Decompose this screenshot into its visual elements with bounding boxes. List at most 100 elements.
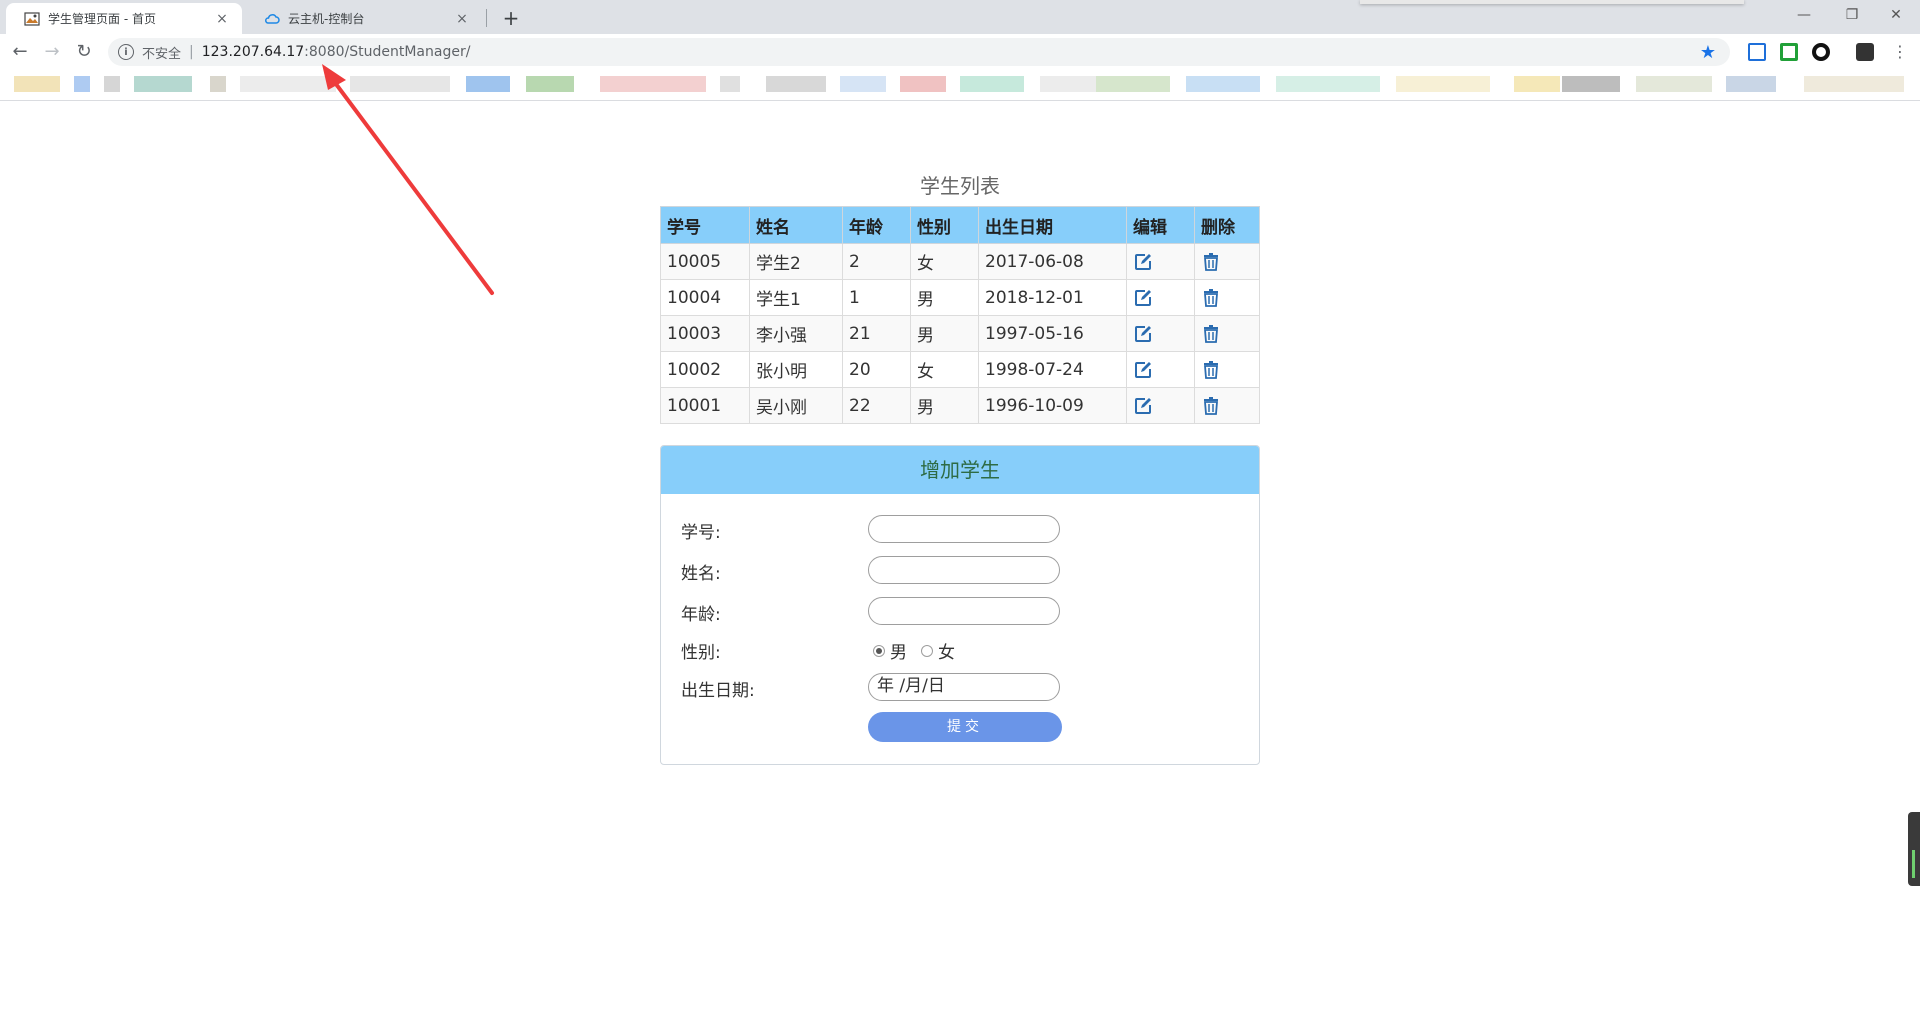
birth-date-label: 出生日期:: [681, 681, 755, 701]
bookmark-item[interactable]: [720, 76, 740, 92]
bookmark-item[interactable]: [526, 76, 574, 92]
cell-delete: [1194, 351, 1260, 388]
bookmark-item[interactable]: [1804, 76, 1904, 92]
cell-name: 学生1: [749, 279, 843, 316]
header-delete: 删除: [1194, 206, 1260, 244]
address-divider: |: [189, 44, 194, 60]
close-icon[interactable]: ×: [214, 11, 230, 27]
cell-name: 吴小刚: [749, 387, 843, 424]
cell-age: 21: [842, 315, 911, 352]
extension-icon[interactable]: [1748, 43, 1766, 61]
cell-age: 2: [842, 243, 911, 280]
tab-student-manager[interactable]: 学生管理页面 - 首页 ×: [6, 3, 242, 34]
edit-icon[interactable]: [1133, 288, 1153, 308]
add-student-title: 增加学生: [661, 446, 1259, 494]
add-student-panel: 增加学生 学号: 姓名: 年龄: 性别: 男 女 出生日期: 年 /月/日 提交: [660, 445, 1260, 765]
trash-icon[interactable]: [1201, 324, 1221, 344]
bookmark-item[interactable]: [1040, 76, 1100, 92]
bookmark-item[interactable]: [840, 76, 886, 92]
edit-icon[interactable]: [1133, 324, 1153, 344]
name-label: 姓名:: [681, 564, 721, 584]
bookmark-item[interactable]: [466, 76, 510, 92]
bookmark-item[interactable]: [900, 76, 946, 92]
gender-radio-male[interactable]: [873, 644, 885, 657]
bookmark-item[interactable]: [766, 76, 826, 92]
cell-student-id: 10003: [660, 315, 750, 352]
bookmark-item[interactable]: [1726, 76, 1776, 92]
gender-option-male: 男: [890, 643, 907, 663]
extension-circle-icon[interactable]: [1812, 43, 1830, 61]
cell-student-id: 10001: [660, 387, 750, 424]
age-input[interactable]: [868, 597, 1060, 625]
cell-birth-date: 2017-06-08: [978, 243, 1127, 280]
forward-icon[interactable]: →: [38, 38, 66, 66]
cell-birth-date: 1998-07-24: [978, 351, 1127, 388]
cell-name: 李小强: [749, 315, 843, 352]
cell-gender: 男: [910, 279, 979, 316]
extension-dark-icon[interactable]: [1856, 43, 1874, 61]
bookmark-item[interactable]: [1514, 76, 1560, 92]
cell-student-id: 10005: [660, 243, 750, 280]
reload-icon[interactable]: ↻: [70, 38, 98, 66]
bookmark-item[interactable]: [1562, 76, 1620, 92]
cell-edit: [1126, 243, 1195, 280]
cell-delete: [1194, 315, 1260, 352]
name-input[interactable]: [868, 556, 1060, 584]
trash-icon[interactable]: [1201, 288, 1221, 308]
cell-gender: 男: [910, 387, 979, 424]
cell-age: 1: [842, 279, 911, 316]
age-label: 年龄:: [681, 605, 721, 625]
cell-birth-date: 1997-05-16: [978, 315, 1127, 352]
window-close-icon[interactable]: ✕: [1872, 0, 1920, 30]
tab-title: 学生管理页面 - 首页: [48, 12, 156, 26]
bookmark-star-icon[interactable]: ★: [1700, 42, 1716, 63]
edit-icon[interactable]: [1133, 252, 1153, 272]
close-icon[interactable]: ×: [454, 11, 470, 27]
bookmark-item[interactable]: [1636, 76, 1712, 92]
edit-icon[interactable]: [1133, 360, 1153, 380]
bookmark-item[interactable]: [104, 76, 120, 92]
header-name: 姓名: [749, 206, 843, 244]
bookmark-item[interactable]: [74, 76, 90, 92]
trash-icon[interactable]: [1201, 252, 1221, 272]
gender-radio-female[interactable]: [921, 644, 933, 657]
new-tab-button[interactable]: +: [498, 5, 524, 31]
header-gender: 性别: [910, 206, 979, 244]
extension-green-icon[interactable]: [1780, 43, 1798, 61]
edit-icon[interactable]: [1133, 396, 1153, 416]
cell-edit: [1126, 279, 1195, 316]
bookmark-item[interactable]: [14, 76, 60, 92]
bookmark-item[interactable]: [600, 76, 706, 92]
bookmark-item[interactable]: [350, 76, 450, 92]
menu-icon[interactable]: ⋮: [1886, 38, 1914, 66]
url-host: 123.207.64.17: [201, 44, 305, 60]
minimize-icon[interactable]: —: [1780, 0, 1828, 30]
browser-toolbar: ← → ↻ i 不安全 | 123.207.64.17:8080/Student…: [0, 34, 1920, 70]
bookmark-item[interactable]: [134, 76, 192, 92]
trash-icon[interactable]: [1201, 360, 1221, 380]
header-birth-date: 出生日期: [978, 206, 1127, 244]
tab-strip: 学生管理页面 - 首页 × 云主机-控制台 × + — ❐ ✕: [0, 0, 1920, 34]
restore-icon[interactable]: ❐: [1828, 0, 1876, 30]
cell-name: 学生2: [749, 243, 843, 280]
bookmark-item[interactable]: [960, 76, 1024, 92]
back-icon[interactable]: ←: [6, 38, 34, 66]
address-bar[interactable]: i 不安全 | 123.207.64.17:8080/StudentManage…: [108, 38, 1730, 66]
cell-edit: [1126, 315, 1195, 352]
bookmark-item[interactable]: [240, 76, 336, 92]
bookmark-item[interactable]: [1186, 76, 1260, 92]
bookmark-item[interactable]: [1396, 76, 1490, 92]
info-icon[interactable]: i: [118, 44, 134, 60]
student-list-title: 学生列表: [920, 174, 1000, 198]
student-id-input[interactable]: [868, 515, 1060, 543]
cell-edit: [1126, 387, 1195, 424]
submit-button[interactable]: 提交: [868, 712, 1062, 742]
table-row: 10003 李小强 21 男 1997-05-16: [660, 315, 1260, 352]
bookmark-item[interactable]: [1096, 76, 1170, 92]
trash-icon[interactable]: [1201, 396, 1221, 416]
bookmark-item[interactable]: [1276, 76, 1380, 92]
tab-cloud-console[interactable]: 云主机-控制台 ×: [246, 3, 482, 34]
bookmark-item[interactable]: [210, 76, 226, 92]
side-widget[interactable]: [1908, 812, 1920, 886]
birth-date-input[interactable]: 年 /月/日: [868, 673, 1060, 701]
